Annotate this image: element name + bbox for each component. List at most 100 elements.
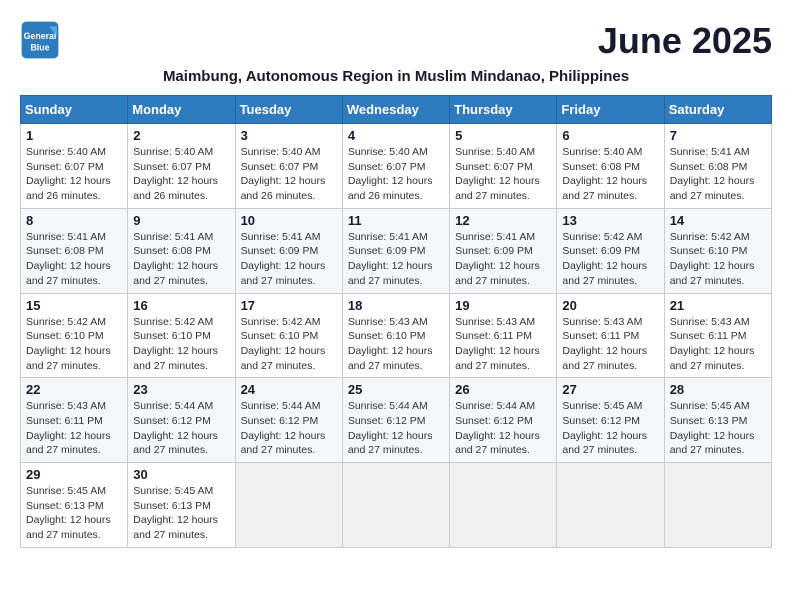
day-info: Sunrise: 5:40 AM Sunset: 6:07 PM Dayligh…: [348, 145, 444, 204]
day-number: 25: [348, 382, 444, 397]
day-number: 3: [241, 128, 337, 143]
logo: General Blue: [20, 20, 60, 60]
calendar-cell: 19Sunrise: 5:43 AM Sunset: 6:11 PM Dayli…: [450, 293, 557, 378]
calendar-cell: 18 Sunrise: 5:43 AM Sunset: 6:10 PM Dayli…: [342, 293, 449, 378]
day-number: 23: [133, 382, 229, 397]
day-info: Sunrise: 5:45 AM Sunset: 6:13 PM Dayligh…: [670, 399, 766, 458]
calendar-cell: 16 Sunrise: 5:42 AM Sunset: 6:10 PM Dayli…: [128, 293, 235, 378]
day-number: 16: [133, 298, 229, 313]
calendar-cell: 30 Sunrise: 5:45 AM Sunset: 6:13 PM Dayli…: [128, 463, 235, 548]
day-info: Sunrise: 5:41 AM Sunset: 6:09 PM Dayligh…: [348, 230, 444, 289]
subtitle: Maimbung, Autonomous Region in Muslim Mi…: [20, 68, 772, 85]
calendar-cell: [342, 463, 449, 548]
calendar-header-saturday: Saturday: [664, 96, 771, 124]
svg-text:Blue: Blue: [30, 42, 49, 52]
calendar-cell: 3 Sunrise: 5:40 AM Sunset: 6:07 PM Daylig…: [235, 124, 342, 209]
calendar-week-3: 15Sunrise: 5:42 AM Sunset: 6:10 PM Dayli…: [21, 293, 772, 378]
day-number: 12: [455, 213, 551, 228]
day-number: 8: [26, 213, 122, 228]
day-number: 21: [670, 298, 766, 313]
calendar-header-thursday: Thursday: [450, 96, 557, 124]
day-info: Sunrise: 5:43 AM Sunset: 6:11 PM Dayligh…: [26, 399, 122, 458]
day-info: Sunrise: 5:42 AM Sunset: 6:10 PM Dayligh…: [670, 230, 766, 289]
calendar-cell: 20 Sunrise: 5:43 AM Sunset: 6:11 PM Dayli…: [557, 293, 664, 378]
day-info: Sunrise: 5:40 AM Sunset: 6:07 PM Dayligh…: [455, 145, 551, 204]
day-info: Sunrise: 5:43 AM Sunset: 6:11 PM Dayligh…: [455, 315, 551, 374]
calendar-cell: 12 Sunrise: 5:41 AM Sunset: 6:09 PM Dayli…: [450, 208, 557, 293]
day-number: 22: [26, 382, 122, 397]
calendar-week-1: 1 Sunrise: 5:40 AM Sunset: 6:07 PM Daylig…: [21, 124, 772, 209]
day-info: Sunrise: 5:40 AM Sunset: 6:08 PM Dayligh…: [562, 145, 658, 204]
day-number: 11: [348, 213, 444, 228]
day-info: Sunrise: 5:41 AM Sunset: 6:08 PM Dayligh…: [26, 230, 122, 289]
day-number: 2: [133, 128, 229, 143]
day-number: 27: [562, 382, 658, 397]
day-info: Sunrise: 5:40 AM Sunset: 6:07 PM Dayligh…: [133, 145, 229, 204]
day-number: 14: [670, 213, 766, 228]
calendar-cell: 22 Sunrise: 5:43 AM Sunset: 6:11 PM Dayli…: [21, 378, 128, 463]
calendar-cell: [664, 463, 771, 548]
calendar-cell: 6 Sunrise: 5:40 AM Sunset: 6:08 PM Daylig…: [557, 124, 664, 209]
day-info: Sunrise: 5:41 AM Sunset: 6:09 PM Dayligh…: [455, 230, 551, 289]
calendar-cell: 13 Sunrise: 5:42 AM Sunset: 6:09 PM Dayli…: [557, 208, 664, 293]
calendar-cell: 28 Sunrise: 5:45 AM Sunset: 6:13 PM Dayli…: [664, 378, 771, 463]
calendar-cell: 21 Sunrise: 5:43 AM Sunset: 6:11 PM Dayli…: [664, 293, 771, 378]
calendar-cell: 26 Sunrise: 5:44 AM Sunset: 6:12 PM Dayli…: [450, 378, 557, 463]
logo-icon: General Blue: [20, 20, 60, 60]
header: General Blue June 2025: [20, 20, 772, 62]
day-info: Sunrise: 5:40 AM Sunset: 6:07 PM Dayligh…: [241, 145, 337, 204]
day-number: 1: [26, 128, 122, 143]
calendar-cell: 11 Sunrise: 5:41 AM Sunset: 6:09 PM Dayli…: [342, 208, 449, 293]
day-number: 28: [670, 382, 766, 397]
day-info: Sunrise: 5:41 AM Sunset: 6:09 PM Dayligh…: [241, 230, 337, 289]
calendar-cell: [235, 463, 342, 548]
day-info: Sunrise: 5:42 AM Sunset: 6:10 PM Dayligh…: [26, 315, 122, 374]
day-number: 20: [562, 298, 658, 313]
day-info: Sunrise: 5:43 AM Sunset: 6:10 PM Dayligh…: [348, 315, 444, 374]
calendar-cell: 29 Sunrise: 5:45 AM Sunset: 6:13 PM Dayli…: [21, 463, 128, 548]
calendar-cell: [450, 463, 557, 548]
calendar-header-sunday: Sunday: [21, 96, 128, 124]
day-info: Sunrise: 5:42 AM Sunset: 6:09 PM Dayligh…: [562, 230, 658, 289]
calendar-cell: 4 Sunrise: 5:40 AM Sunset: 6:07 PM Daylig…: [342, 124, 449, 209]
calendar-cell: 24Sunrise: 5:44 AM Sunset: 6:12 PM Dayli…: [235, 378, 342, 463]
day-info: Sunrise: 5:45 AM Sunset: 6:12 PM Dayligh…: [562, 399, 658, 458]
day-number: 26: [455, 382, 551, 397]
day-number: 4: [348, 128, 444, 143]
calendar-week-5: 29 Sunrise: 5:45 AM Sunset: 6:13 PM Dayli…: [21, 463, 772, 548]
calendar-cell: 25 Sunrise: 5:44 AM Sunset: 6:12 PM Dayli…: [342, 378, 449, 463]
day-info: Sunrise: 5:43 AM Sunset: 6:11 PM Dayligh…: [562, 315, 658, 374]
calendar-week-2: 8 Sunrise: 5:41 AM Sunset: 6:08 PM Daylig…: [21, 208, 772, 293]
day-info: Sunrise: 5:44 AM Sunset: 6:12 PM Dayligh…: [133, 399, 229, 458]
day-number: 30: [133, 467, 229, 482]
day-number: 17: [241, 298, 337, 313]
day-info: Sunrise: 5:45 AM Sunset: 6:13 PM Dayligh…: [133, 484, 229, 543]
calendar-week-4: 22 Sunrise: 5:43 AM Sunset: 6:11 PM Dayli…: [21, 378, 772, 463]
day-number: 6: [562, 128, 658, 143]
calendar-header-wednesday: Wednesday: [342, 96, 449, 124]
calendar-header-friday: Friday: [557, 96, 664, 124]
day-info: Sunrise: 5:44 AM Sunset: 6:12 PM Dayligh…: [455, 399, 551, 458]
month-title: June 2025: [598, 20, 772, 62]
day-info: Sunrise: 5:42 AM Sunset: 6:10 PM Dayligh…: [241, 315, 337, 374]
day-number: 24: [241, 382, 337, 397]
calendar-header-monday: Monday: [128, 96, 235, 124]
day-info: Sunrise: 5:44 AM Sunset: 6:12 PM Dayligh…: [348, 399, 444, 458]
calendar-header-tuesday: Tuesday: [235, 96, 342, 124]
day-info: Sunrise: 5:45 AM Sunset: 6:13 PM Dayligh…: [26, 484, 122, 543]
day-number: 9: [133, 213, 229, 228]
day-info: Sunrise: 5:41 AM Sunset: 6:08 PM Dayligh…: [670, 145, 766, 204]
day-number: 5: [455, 128, 551, 143]
calendar-cell: [557, 463, 664, 548]
calendar-cell: 9Sunrise: 5:41 AM Sunset: 6:08 PM Daylig…: [128, 208, 235, 293]
svg-text:General: General: [24, 31, 57, 41]
day-info: Sunrise: 5:42 AM Sunset: 6:10 PM Dayligh…: [133, 315, 229, 374]
day-info: Sunrise: 5:43 AM Sunset: 6:11 PM Dayligh…: [670, 315, 766, 374]
day-number: 13: [562, 213, 658, 228]
calendar-table: SundayMondayTuesdayWednesdayThursdayFrid…: [20, 95, 772, 548]
day-number: 18: [348, 298, 444, 313]
day-number: 10: [241, 213, 337, 228]
calendar-cell: 27 Sunrise: 5:45 AM Sunset: 6:12 PM Dayli…: [557, 378, 664, 463]
day-number: 29: [26, 467, 122, 482]
calendar-cell: 15Sunrise: 5:42 AM Sunset: 6:10 PM Dayli…: [21, 293, 128, 378]
